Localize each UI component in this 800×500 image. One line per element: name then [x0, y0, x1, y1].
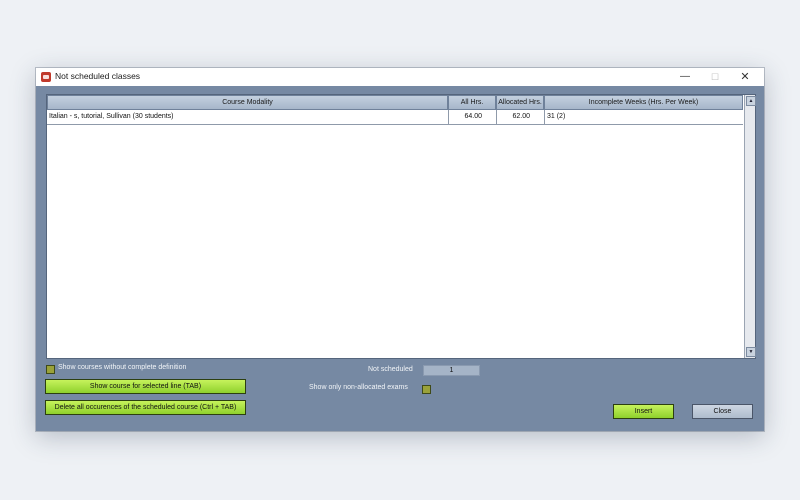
title-bar: Not scheduled classes — ☐ ✕ — [36, 68, 764, 86]
close-window-icon[interactable]: ✕ — [730, 68, 760, 86]
column-header-allocated-hrs[interactable]: Allocated Hrs. — [496, 95, 544, 110]
column-header-course-modality[interactable]: Course Modality — [47, 95, 448, 110]
not-scheduled-classes-dialog: Not scheduled classes — ☐ ✕ Course Modal… — [36, 68, 764, 431]
cell-allocated-hrs: 62.00 — [496, 110, 544, 124]
cell-all-hrs: 64.00 — [448, 110, 496, 124]
cell-incomplete-weeks: 31 (2) — [544, 110, 743, 124]
window-title: Not scheduled classes — [55, 71, 141, 81]
scroll-up-icon[interactable]: ▲ — [746, 96, 756, 106]
maximize-icon: ☐ — [710, 72, 720, 82]
cell-course-modality: Italian - s, tutorial, Sullivan (30 stud… — [49, 113, 174, 120]
column-header-incomplete-weeks[interactable]: Incomplete Weeks (Hrs. Per Week) — [544, 95, 743, 110]
show-incomplete-label: Show courses without complete definition — [58, 364, 187, 371]
column-header-all-hrs[interactable]: All Hrs. — [448, 95, 496, 110]
show-nonallocated-checkbox[interactable] — [422, 385, 431, 394]
delete-all-occurences-button[interactable]: Delete all occurences of the scheduled c… — [45, 400, 246, 415]
not-scheduled-count: 1 — [423, 365, 480, 376]
vertical-scrollbar[interactable]: ▲ ▼ — [744, 95, 756, 358]
close-button[interactable]: Close — [692, 404, 753, 419]
scroll-down-icon[interactable]: ▼ — [746, 347, 756, 357]
show-incomplete-checkbox[interactable] — [46, 365, 55, 374]
table-row[interactable]: Italian - s, tutorial, Sullivan (30 stud… — [47, 110, 743, 125]
show-nonallocated-label: Show only non-allocated exams — [309, 384, 408, 391]
show-course-button[interactable]: Show course for selected line (TAB) — [45, 379, 246, 394]
table-header: Course Modality All Hrs. Allocated Hrs. … — [47, 95, 743, 110]
dialog-body: Course Modality All Hrs. Allocated Hrs. … — [36, 86, 764, 431]
not-scheduled-table: Course Modality All Hrs. Allocated Hrs. … — [46, 94, 756, 359]
app-icon — [41, 72, 51, 82]
insert-button[interactable]: Insert — [613, 404, 674, 419]
minimize-icon[interactable]: — — [670, 68, 700, 86]
not-scheduled-label: Not scheduled — [368, 366, 413, 373]
